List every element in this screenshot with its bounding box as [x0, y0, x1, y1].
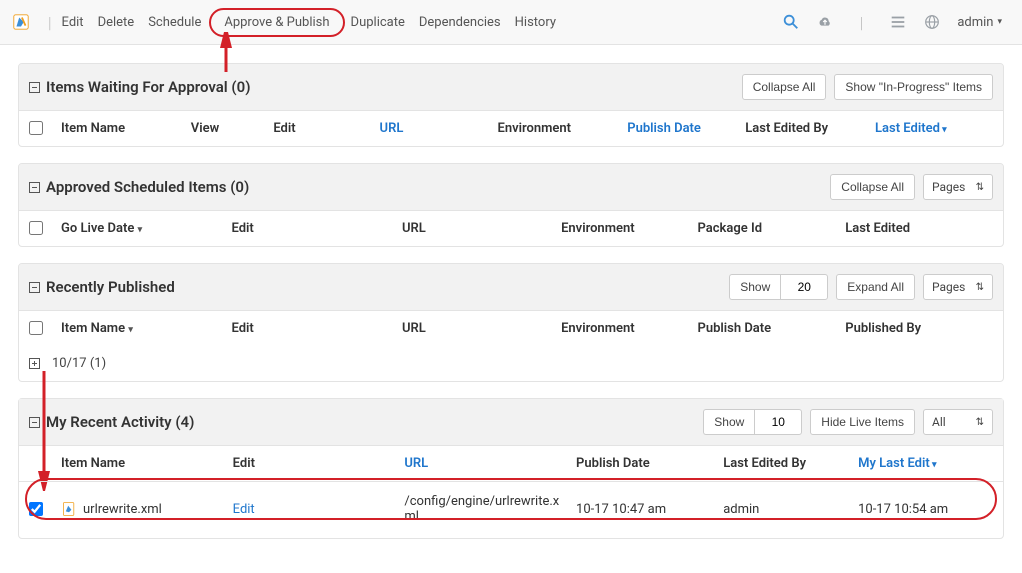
- select-caret-icon: ⇅: [976, 417, 984, 428]
- show-inprogress-button[interactable]: Show "In-Progress" Items: [834, 74, 993, 100]
- col-last-edited-by: Last Edited By: [723, 456, 858, 471]
- show-count-input[interactable]: [754, 409, 802, 435]
- filter-select[interactable]: Pages ⇅: [923, 174, 993, 200]
- collapse-toggle-icon[interactable]: [29, 182, 40, 193]
- chevron-down-icon: ▾: [997, 17, 1002, 27]
- col-url[interactable]: URL: [380, 121, 498, 136]
- col-edit: Edit: [231, 321, 401, 336]
- panel-waiting-approval: Items Waiting For Approval (0) Collapse …: [18, 63, 1004, 147]
- filter-select[interactable]: All ⇅: [923, 409, 993, 435]
- row-checkbox[interactable]: [29, 502, 43, 516]
- panel-scheduled: Approved Scheduled Items (0) Collapse Al…: [18, 163, 1004, 247]
- group-row[interactable]: 10/17 (1): [19, 346, 1003, 381]
- col-item-name[interactable]: Item Name ▾: [61, 321, 231, 336]
- item-publish-date: 10-17 10:47 am: [576, 502, 723, 517]
- toolbar-separator-right: |: [860, 13, 864, 32]
- col-publish-date: Publish Date: [576, 456, 723, 471]
- panel-title-scheduled: Approved Scheduled Items (0): [46, 178, 249, 196]
- schedule-menu[interactable]: Schedule: [148, 15, 201, 30]
- col-edit: Edit: [273, 121, 379, 136]
- collapse-toggle-icon[interactable]: [29, 282, 40, 293]
- collapse-all-button[interactable]: Collapse All: [830, 174, 915, 200]
- col-published-by: Published By: [845, 321, 993, 336]
- show-label-button[interactable]: Show: [729, 274, 780, 300]
- dependencies-menu[interactable]: Dependencies: [419, 15, 501, 30]
- collapse-toggle-icon[interactable]: [29, 82, 40, 93]
- select-caret-icon: ⇅: [976, 182, 984, 193]
- select-caret-icon: ⇅: [976, 282, 984, 293]
- select-all-checkbox[interactable]: [29, 121, 43, 135]
- show-count-control: Show: [729, 274, 828, 300]
- cloud-upload-icon[interactable]: [816, 13, 834, 31]
- approve-publish-menu[interactable]: Approve & Publish: [209, 8, 344, 37]
- col-item-name: Item Name: [61, 121, 191, 136]
- col-my-last-edit[interactable]: My Last Edit: [858, 456, 993, 471]
- col-go-live[interactable]: Go Live Date ▾: [61, 221, 231, 236]
- edit-menu[interactable]: Edit: [62, 15, 84, 30]
- col-edit: Edit: [233, 456, 405, 471]
- panel-title-recent: Recently Published: [46, 278, 175, 296]
- col-view: View: [191, 121, 274, 136]
- filter-select-label: Pages: [932, 180, 965, 194]
- panel-title-activity: My Recent Activity (4): [46, 413, 194, 431]
- item-my-last-edit: 10-17 10:54 am: [858, 502, 993, 517]
- col-last-edited[interactable]: Last Edited: [875, 121, 993, 136]
- table-head-activity: Item Name Edit URL Publish Date Last Edi…: [19, 445, 1003, 481]
- col-publish-date[interactable]: Publish Date: [627, 121, 745, 136]
- col-last-edited: Last Edited: [845, 221, 993, 236]
- toolbar-separator: |: [48, 13, 52, 32]
- top-toolbar: | Edit Delete Schedule Approve & Publish…: [0, 0, 1022, 45]
- logo-icon: [12, 13, 30, 31]
- col-environment: Environment: [561, 321, 697, 336]
- filter-select[interactable]: Pages ⇅: [923, 274, 993, 300]
- hide-live-button[interactable]: Hide Live Items: [810, 409, 915, 435]
- filter-select-label: Pages: [932, 280, 965, 294]
- panel-title-waiting: Items Waiting For Approval (0): [46, 78, 250, 96]
- edit-link[interactable]: Edit: [233, 502, 405, 517]
- panel-my-recent-activity: My Recent Activity (4) Show Hide Live It…: [18, 398, 1004, 539]
- history-menu[interactable]: History: [515, 15, 556, 30]
- expand-icon[interactable]: [29, 358, 40, 369]
- table-row[interactable]: urlrewrite.xml Edit /config/engine/urlre…: [19, 481, 1003, 538]
- col-url: URL: [402, 321, 561, 336]
- filter-select-label: All: [932, 415, 946, 429]
- col-url: URL: [402, 221, 561, 236]
- group-label: 10/17 (1): [52, 356, 106, 371]
- col-edit: Edit: [231, 221, 401, 236]
- panel-recently-published: Recently Published Show Expand All Pages…: [18, 263, 1004, 382]
- show-count-input[interactable]: [780, 274, 828, 300]
- table-head-recent: Item Name ▾ Edit URL Environment Publish…: [19, 310, 1003, 346]
- col-package-id: Package Id: [697, 221, 845, 236]
- globe-icon[interactable]: [923, 13, 941, 31]
- user-label: admin: [957, 15, 993, 30]
- delete-menu[interactable]: Delete: [98, 15, 135, 30]
- col-item-name: Item Name: [61, 456, 233, 471]
- col-publish-date: Publish Date: [697, 321, 845, 336]
- file-icon: [61, 501, 77, 517]
- table-head-scheduled: Go Live Date ▾ Edit URL Environment Pack…: [19, 210, 1003, 246]
- expand-all-button[interactable]: Expand All: [836, 274, 915, 300]
- collapse-all-button[interactable]: Collapse All: [742, 74, 827, 100]
- menu-icon[interactable]: [889, 13, 907, 31]
- collapse-toggle-icon[interactable]: [29, 417, 40, 428]
- select-all-checkbox[interactable]: [29, 321, 43, 335]
- user-menu[interactable]: admin ▾: [957, 15, 1010, 30]
- col-environment: Environment: [561, 221, 697, 236]
- item-edited-by: admin: [723, 502, 858, 517]
- col-last-edited-by: Last Edited By: [745, 121, 875, 136]
- table-head-waiting: Item Name View Edit URL Environment Publ…: [19, 110, 1003, 146]
- select-all-checkbox[interactable]: [29, 221, 43, 235]
- item-name: urlrewrite.xml: [83, 502, 162, 517]
- col-environment: Environment: [498, 121, 628, 136]
- duplicate-menu[interactable]: Duplicate: [351, 15, 405, 30]
- col-url[interactable]: URL: [404, 456, 576, 471]
- show-count-control: Show: [703, 409, 802, 435]
- search-icon[interactable]: [782, 13, 800, 31]
- item-url: /config/engine/urlrewrite.xml: [404, 494, 576, 524]
- show-label-button[interactable]: Show: [703, 409, 754, 435]
